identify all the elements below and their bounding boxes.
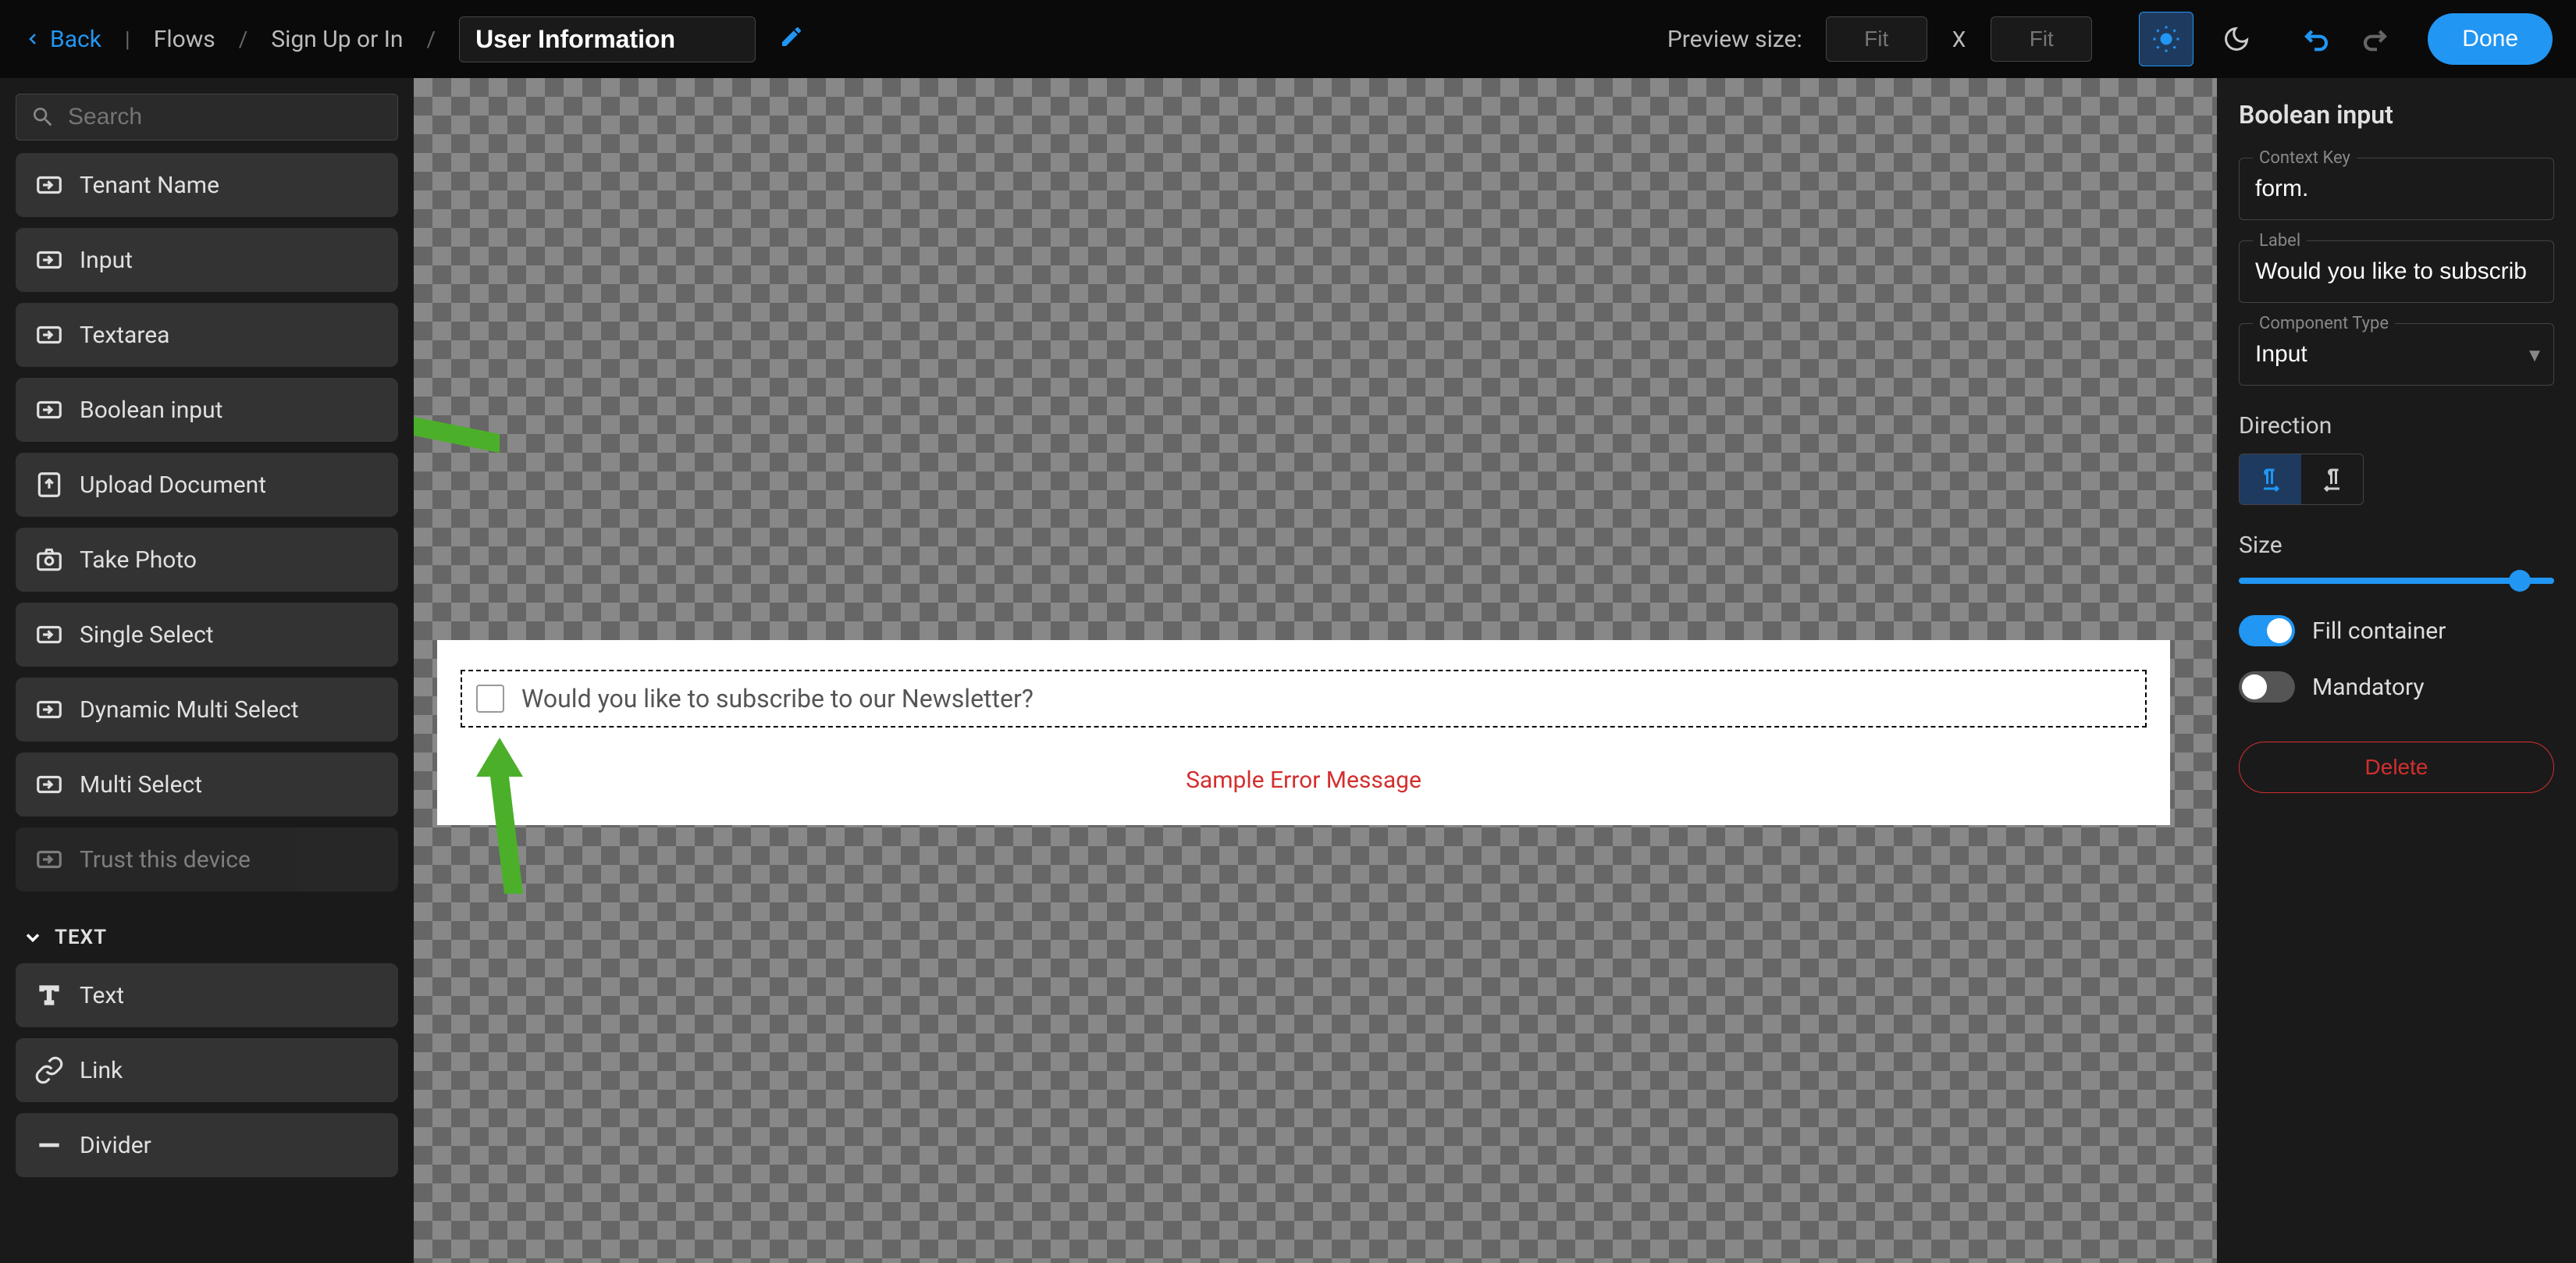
input-arrow-icon: [34, 845, 64, 874]
arrow-left-icon: [23, 30, 42, 48]
direction-ltr-button[interactable]: [2240, 454, 2301, 504]
input-arrow-icon: [34, 245, 64, 275]
edit-icon[interactable]: [779, 24, 804, 55]
size-label: Size: [2239, 532, 2554, 559]
chevron-down-icon: ▾: [2529, 342, 2540, 368]
preview-height-input[interactable]: [1991, 16, 2092, 62]
component-text[interactable]: Text: [16, 963, 398, 1027]
annotation-arrow-top: [414, 397, 515, 488]
component-link[interactable]: Link: [16, 1038, 398, 1102]
component-upload-document[interactable]: Upload Document: [16, 453, 398, 517]
component-label: Input: [80, 247, 133, 274]
back-button[interactable]: Back: [23, 26, 101, 53]
input-arrow-icon: [34, 770, 64, 799]
camera-icon: [34, 545, 64, 575]
preview-component-card[interactable]: Would you like to subscribe to our Newsl…: [437, 640, 2170, 825]
component-input[interactable]: Input: [16, 228, 398, 292]
component-label: Dynamic Multi Select: [80, 696, 299, 724]
size-slider-thumb[interactable]: [2509, 570, 2531, 592]
component-label: Link: [80, 1057, 123, 1084]
input-arrow-icon: [34, 395, 64, 425]
properties-panel: Boolean input Context Key Label Componen…: [2217, 78, 2576, 1263]
chevron-down-icon: [22, 927, 44, 948]
rtl-icon: [2318, 465, 2347, 493]
component-label: Textarea: [80, 322, 170, 349]
component-label: Upload Document: [80, 471, 266, 499]
link-icon: [34, 1055, 64, 1085]
component-label: Boolean input: [80, 397, 223, 424]
section-text-label: TEXT: [55, 926, 107, 949]
page-title-input[interactable]: [459, 16, 756, 62]
component-sidebar: Tenant Name Input Textarea Boolean input…: [0, 78, 414, 1263]
mandatory-toggle[interactable]: [2239, 671, 2295, 703]
size-slider[interactable]: [2239, 578, 2554, 584]
fill-container-toggle[interactable]: [2239, 615, 2295, 646]
breadcrumb-signup[interactable]: Sign Up or In: [271, 26, 403, 53]
component-label: Tenant Name: [80, 172, 219, 199]
properties-title: Boolean input: [2239, 100, 2554, 130]
input-arrow-icon: [34, 695, 64, 724]
breadcrumb-slash: /: [239, 27, 248, 52]
component-label: Divider: [80, 1132, 151, 1159]
label-label: Label: [2253, 231, 2307, 251]
error-message: Sample Error Message: [461, 767, 2147, 794]
search-input[interactable]: [68, 104, 383, 130]
delete-button[interactable]: Delete: [2239, 742, 2554, 793]
search-input-wrapper[interactable]: [16, 94, 398, 141]
ltr-icon: [2257, 465, 2285, 493]
breadcrumb-separator: |: [125, 27, 130, 52]
component-label: Take Photo: [80, 546, 197, 574]
boolean-question-text: Would you like to subscribe to our Newsl…: [521, 684, 1034, 713]
component-divider[interactable]: Divider: [16, 1113, 398, 1177]
component-dynamic-multi-select[interactable]: Dynamic Multi Select: [16, 678, 398, 742]
preview-width-input[interactable]: [1826, 16, 1927, 62]
preview-size-x: X: [1952, 27, 1966, 52]
input-arrow-icon: [34, 620, 64, 649]
app-header: Back | Flows / Sign Up or In / Preview s…: [0, 0, 2576, 78]
context-key-label: Context Key: [2253, 148, 2357, 168]
redo-icon[interactable]: [2357, 23, 2389, 55]
component-label: Single Select: [80, 621, 214, 649]
breadcrumb-slash: /: [427, 27, 436, 52]
component-label: Text: [80, 982, 124, 1009]
sun-icon: [2152, 25, 2180, 53]
component-label: Multi Select: [80, 771, 202, 799]
breadcrumb-flows[interactable]: Flows: [154, 26, 215, 53]
undo-icon[interactable]: [2303, 23, 2334, 55]
boolean-input-preview[interactable]: Would you like to subscribe to our Newsl…: [461, 670, 2147, 728]
direction-label: Direction: [2239, 412, 2554, 439]
moon-icon: [2222, 25, 2250, 53]
component-single-select[interactable]: Single Select: [16, 603, 398, 667]
component-take-photo[interactable]: Take Photo: [16, 528, 398, 592]
component-type-label: Component Type: [2253, 314, 2395, 333]
fill-container-label: Fill container: [2312, 617, 2446, 645]
component-tenant-name[interactable]: Tenant Name: [16, 153, 398, 217]
direction-rtl-button[interactable]: [2301, 454, 2363, 504]
back-label: Back: [50, 26, 101, 53]
search-icon: [30, 105, 55, 130]
preview-size-label: Preview size:: [1667, 26, 1802, 53]
component-multi-select[interactable]: Multi Select: [16, 752, 398, 817]
text-icon: [34, 980, 64, 1010]
mandatory-label: Mandatory: [2312, 674, 2425, 701]
upload-icon: [34, 470, 64, 500]
component-textarea[interactable]: Textarea: [16, 303, 398, 367]
input-arrow-icon: [34, 170, 64, 200]
checkbox-icon[interactable]: [476, 685, 504, 713]
input-arrow-icon: [34, 320, 64, 350]
theme-dark-button[interactable]: [2209, 12, 2264, 66]
component-boolean-input[interactable]: Boolean input: [16, 378, 398, 442]
component-label: Trust this device: [80, 846, 251, 873]
divider-icon: [34, 1130, 64, 1160]
done-button[interactable]: Done: [2428, 13, 2553, 65]
direction-toggle: [2239, 454, 2364, 505]
theme-light-button[interactable]: [2139, 12, 2194, 66]
component-trust-device[interactable]: Trust this device: [16, 827, 398, 891]
section-text-header[interactable]: TEXT: [16, 902, 398, 963]
canvas-area[interactable]: Would you like to subscribe to our Newsl…: [414, 78, 2217, 1263]
